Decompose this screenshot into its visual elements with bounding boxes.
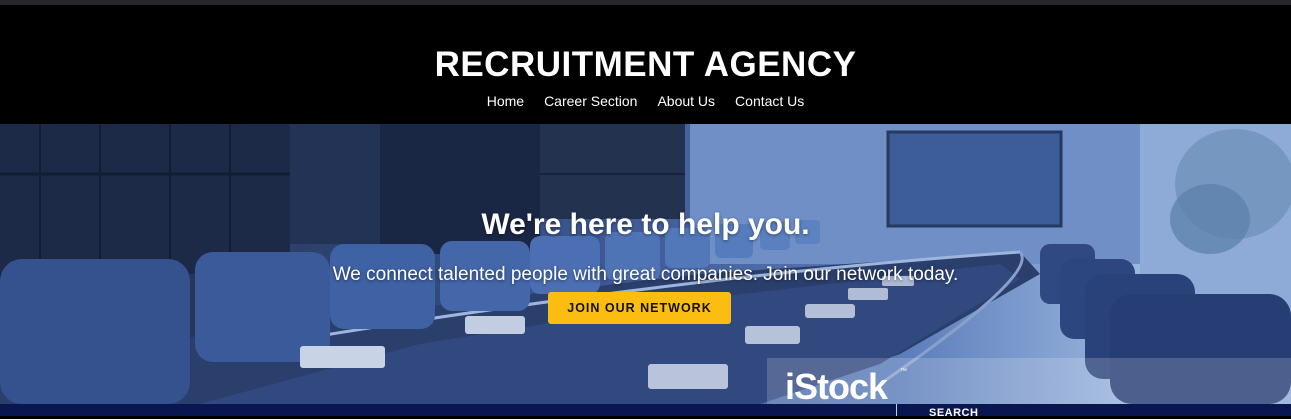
- nav-home[interactable]: Home: [487, 93, 524, 109]
- hero-title: We're here to help you.: [481, 208, 810, 241]
- nav-contact-us[interactable]: Contact Us: [735, 93, 804, 109]
- search-label[interactable]: SEARCH: [929, 407, 978, 419]
- search-divider: [896, 404, 897, 416]
- site-header: RECRUITMENT AGENCY Home Career Section A…: [0, 5, 1291, 124]
- main-nav: Home Career Section About Us Contact Us: [0, 93, 1291, 109]
- nav-career-section[interactable]: Career Section: [544, 93, 637, 109]
- hero-subtitle: We connect talented people with great co…: [332, 264, 959, 285]
- watermark-text: iStock: [785, 366, 888, 404]
- join-our-network-button[interactable]: JOIN OUR NETWORK: [548, 292, 731, 324]
- istock-watermark: iStock ™: [767, 358, 1291, 404]
- watermark-trademark: ™: [900, 368, 907, 375]
- hero-banner: We're here to help you. We connect talen…: [0, 124, 1291, 404]
- nav-about-us[interactable]: About Us: [657, 93, 715, 109]
- bottom-search-bar: SEARCH: [0, 404, 1291, 419]
- site-title[interactable]: RECRUITMENT AGENCY: [0, 45, 1291, 85]
